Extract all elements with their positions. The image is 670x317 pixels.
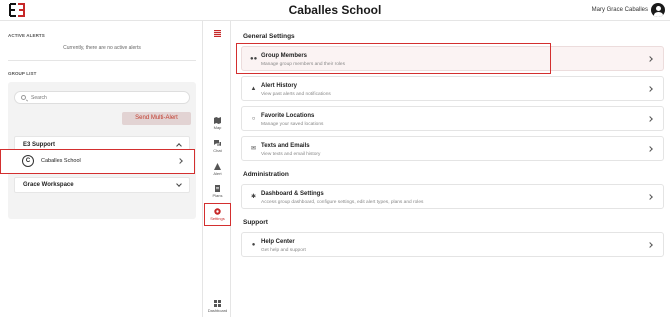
location-pin-icon: ○ [251,116,256,122]
chevron-up-icon[interactable] [176,143,182,149]
card-title: Alert History [261,83,298,89]
rail-item-map[interactable]: Map [204,117,231,130]
chat-icon [214,140,221,146]
chevron-down-icon[interactable] [176,181,182,187]
rail-item-dashboard[interactable]: Dashboard [204,300,231,313]
plans-icon [215,185,220,192]
group-members-highlight [236,43,551,74]
rail-label: Map [213,125,222,130]
chevron-right-icon [647,146,653,152]
divider [8,60,196,61]
card-subtitle: Get help and support [261,248,306,253]
search-icon [21,95,26,100]
rail-label: Alert [213,171,222,176]
top-header: Caballes School Mary Grace Caballes [0,0,670,21]
rail-label: Dashboard [207,308,228,313]
rail-item-alert[interactable]: Alert [204,163,231,176]
card-subtitle: Manage your saved locations [261,122,324,127]
group-member-row-caballes-school[interactable]: C Caballes School [0,149,195,174]
warning-icon: ▲ [250,86,257,92]
card-subtitle: View texts and email history [261,152,321,157]
card-favorite-locations[interactable]: ○ Favorite Locations Manage your saved l… [241,106,664,131]
member-avatar: C [22,155,34,167]
search-box[interactable] [14,91,190,104]
map-icon [214,117,221,124]
group-name[interactable]: Grace Workspace [23,182,74,188]
rail-label: Chat [213,148,222,153]
card-title: Texts and Emails [261,143,310,149]
member-name: Caballes School [41,158,81,164]
user-avatar-icon[interactable] [651,3,665,17]
gear-icon: ✱ [250,194,257,200]
chevron-right-icon [647,116,653,122]
card-subtitle: Access group dashboard, configure settin… [261,200,424,205]
card-title: Help Center [261,239,295,245]
chevron-right-icon [647,86,653,92]
card-dashboard-settings[interactable]: ✱ Dashboard & Settings Access group dash… [241,184,664,209]
group-card-grace-workspace[interactable]: Grace Workspace [14,177,190,193]
card-help-center[interactable]: ● Help Center Get help and support [241,232,664,257]
send-multi-alert-button[interactable]: Send Multi-Alert [122,112,191,125]
info-icon: ● [251,242,256,248]
no-alerts-text: Currently, there are no active alerts [63,45,141,51]
card-title: Favorite Locations [261,113,315,119]
active-alerts-label: ACTIVE ALERTS [8,33,45,38]
chevron-right-icon [647,194,653,200]
settings-highlight [204,203,231,226]
card-title: Dashboard & Settings [261,191,324,197]
chevron-right-icon [647,242,653,248]
icon-rail: Map Chat Alert Plans Settings Dashboard [204,21,231,317]
rail-label: Plans [212,193,223,198]
left-panel: ACTIVE ALERTS Currently, there are no ac… [0,21,203,317]
section-title-support: Support [243,219,268,226]
section-title-general: General Settings [243,33,295,40]
rail-item-plans[interactable]: Plans [204,185,231,198]
card-texts-emails[interactable]: ✉ Texts and Emails View texts and email … [241,136,664,161]
dashboard-icon [214,300,221,307]
envelope-icon: ✉ [250,146,257,152]
card-subtitle: View past alerts and notifications [261,92,331,97]
group-list-label: GROUP LIST [8,71,37,76]
rail-item-chat[interactable]: Chat [204,140,231,153]
search-input[interactable] [31,93,181,103]
card-alert-history[interactable]: ▲ Alert History View past alerts and not… [241,76,664,101]
section-title-administration: Administration [243,171,289,178]
chevron-right-icon [647,56,653,62]
user-name[interactable]: Mary Grace Caballes [592,7,648,13]
group-name[interactable]: E3 Support [23,142,55,148]
chevron-right-icon [177,158,183,164]
alert-icon [214,163,221,170]
menu-list-icon[interactable] [214,30,221,37]
page-title: Caballes School [288,3,382,17]
